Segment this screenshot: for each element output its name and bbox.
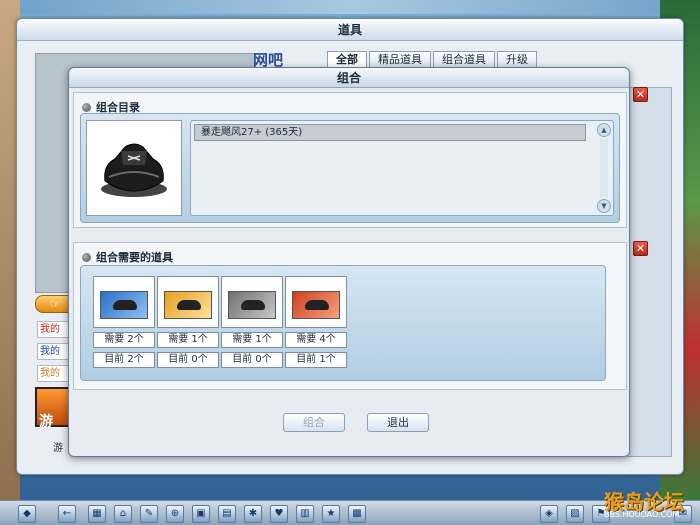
close-icon[interactable]: ✕: [633, 241, 648, 256]
item-2-need: 需要 1个: [157, 332, 219, 348]
car-preview-image: [86, 120, 182, 216]
scroll-down-icon[interactable]: ▼: [597, 199, 611, 213]
game-caption: 游: [53, 443, 63, 454]
item-1-current: 目前 2个: [93, 352, 155, 368]
edit-icon[interactable]: ✎: [140, 505, 158, 523]
tab-premium-items[interactable]: 精品道具: [369, 51, 431, 68]
tab-combo-items[interactable]: 组合道具: [433, 51, 495, 68]
effect-icon[interactable]: ✱: [244, 505, 262, 523]
item-1-image: [100, 291, 148, 319]
taskbar: ◆ ← ▦ ⌂ ✎ ⊕ ▣ ▤ ✱ ♥ ▥ ★ ▩ ◈ ▨ ⚑ ✉: [0, 500, 700, 525]
item-3-current: 目前 0个: [221, 352, 283, 368]
item-4-need: 需要 4个: [285, 332, 347, 348]
combo-list-item[interactable]: 暴走飓风27+ (365天): [194, 124, 586, 141]
book-icon[interactable]: ▥: [296, 505, 314, 523]
card-icon[interactable]: ▣: [192, 505, 210, 523]
required-items-heading: 组合需要的道具: [82, 249, 173, 265]
gift-icon[interactable]: ▩: [348, 505, 366, 523]
combo-dialog-title: 组合: [69, 68, 629, 88]
item-window-title: 道具: [17, 19, 683, 41]
required-items-heading-text: 组合需要的道具: [96, 251, 173, 264]
exit-button[interactable]: 退出: [367, 413, 429, 432]
item-1-need: 需要 2个: [93, 332, 155, 348]
favorite-icon[interactable]: ♥: [270, 505, 288, 523]
item-4-image: [292, 291, 340, 319]
start-icon[interactable]: ◆: [18, 505, 36, 523]
forum-watermark-url: BBS.HOUDAO.COM: [604, 510, 680, 519]
item-2-current: 目前 0个: [157, 352, 219, 368]
combo-catalog-section: 组合目录 暴走飓风27+ (365天) ▲ ▼: [73, 92, 627, 228]
close-icon[interactable]: ✕: [633, 87, 648, 102]
required-items-box: 需要 2个 目前 2个 需要 1个 目前 0个 需要 1个 目前 0个 需要 4…: [80, 265, 606, 381]
kart-icon: [101, 143, 167, 197]
required-item-3[interactable]: [221, 276, 283, 328]
required-item-1[interactable]: [93, 276, 155, 328]
item-list-panel: [627, 87, 672, 457]
required-item-2[interactable]: [157, 276, 219, 328]
item-3-image: [228, 291, 276, 319]
add-icon[interactable]: ⊕: [166, 505, 184, 523]
combo-list[interactable]: 暴走飓风27+ (365天) ▲ ▼: [190, 120, 614, 216]
item-4-current: 目前 1个: [285, 352, 347, 368]
shop-icon[interactable]: ▦: [88, 505, 106, 523]
list-icon[interactable]: ▤: [218, 505, 236, 523]
item-2-image: [164, 291, 212, 319]
combo-dialog: 组合 组合目录 暴走飓风27+ (365天) ▲ ▼ 组合需要的道具 需要 2个…: [68, 67, 630, 457]
bullet-icon: [82, 103, 91, 112]
tab-all[interactable]: 全部: [327, 51, 367, 68]
home-icon[interactable]: ⌂: [114, 505, 132, 523]
scrollbar[interactable]: ▲ ▼: [597, 123, 611, 213]
tab-upgrade[interactable]: 升级: [497, 51, 537, 68]
star-icon[interactable]: ★: [322, 505, 340, 523]
scroll-up-icon[interactable]: ▲: [597, 123, 611, 137]
settings-icon[interactable]: ▨: [566, 505, 584, 523]
combine-button[interactable]: 组合: [283, 413, 345, 432]
bullet-icon: [82, 253, 91, 262]
required-item-4[interactable]: [285, 276, 347, 328]
scroll-track[interactable]: [600, 139, 608, 197]
item-3-need: 需要 1个: [221, 332, 283, 348]
desktop-background-top: [0, 0, 700, 14]
required-items-section: 组合需要的道具 需要 2个 目前 2个 需要 1个 目前 0个 需要 1个 目前…: [73, 242, 627, 390]
back-icon[interactable]: ←: [58, 505, 76, 523]
network-icon[interactable]: ◈: [540, 505, 558, 523]
